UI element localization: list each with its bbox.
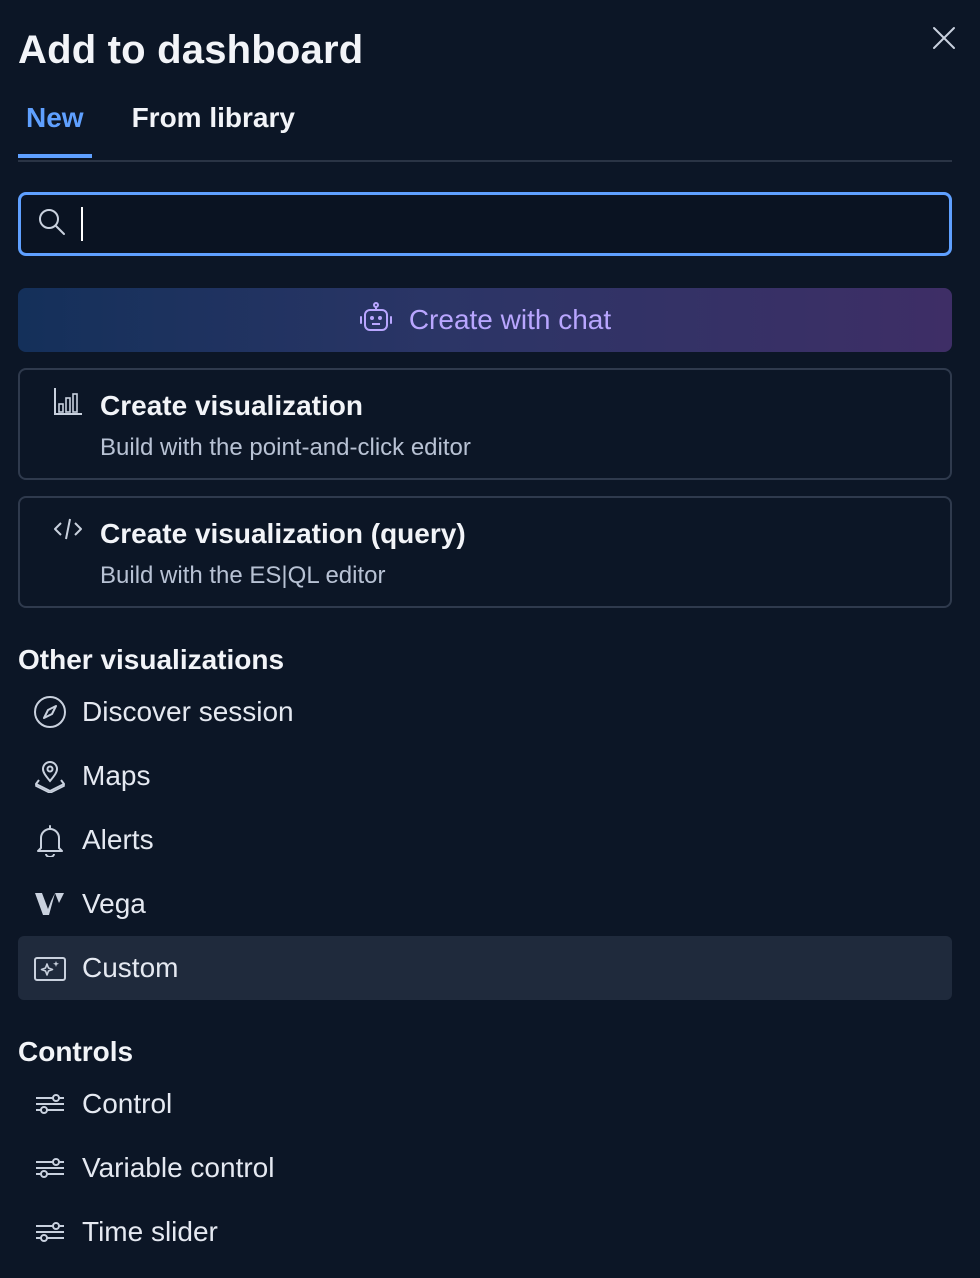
panel-title: Add to dashboard — [18, 28, 364, 72]
menu-item-label: Alerts — [82, 824, 154, 855]
search-icon — [37, 207, 67, 242]
menu-item-variable-control[interactable]: Variable control — [18, 1136, 952, 1200]
menu-item-label: Time slider — [82, 1216, 218, 1247]
sliders-icon — [32, 1150, 68, 1186]
create-visualization-query-card[interactable]: Create visualization (query) Build with … — [18, 496, 952, 608]
tab-new[interactable]: New — [18, 96, 92, 158]
map-pin-icon — [32, 758, 68, 794]
other-visualizations-heading: Other visualizations — [18, 644, 285, 675]
menu-item-maps[interactable]: Maps — [18, 744, 952, 808]
card-title: Create visualization — [100, 390, 363, 421]
menu-item-label: Custom — [82, 952, 179, 983]
card-description: Build with the point-and-click editor — [100, 434, 471, 461]
menu-item-control[interactable]: Control — [18, 1072, 952, 1136]
robot-icon — [359, 301, 393, 340]
card-title: Create visualization (query) — [100, 518, 466, 549]
sparkle-icon — [32, 950, 68, 986]
create-visualization-card[interactable]: Create visualization Build with the poin… — [18, 368, 952, 480]
close-icon — [931, 25, 957, 56]
menu-item-label: Vega — [82, 888, 146, 919]
sliders-icon — [32, 1214, 68, 1250]
menu-item-label: Control — [82, 1088, 173, 1119]
create-with-chat-label: Create with chat — [408, 304, 612, 335]
search-input[interactable] — [83, 207, 949, 241]
sliders-icon — [32, 1086, 68, 1122]
menu-item-label: Discover session — [82, 696, 294, 727]
code-icon — [52, 514, 84, 546]
bell-icon — [32, 822, 68, 858]
add-to-dashboard-panel: Add to dashboard New From library Create… — [0, 0, 980, 1278]
tab-from-library[interactable]: From library — [124, 96, 303, 152]
menu-item-time-slider[interactable]: Time slider — [18, 1200, 952, 1264]
controls-heading: Controls — [18, 1036, 134, 1067]
menu-item-vega[interactable]: Vega — [18, 872, 952, 936]
bar-chart-icon — [52, 386, 84, 418]
menu-item-discover-session[interactable]: Discover session — [18, 680, 952, 744]
menu-item-label: Maps — [82, 760, 151, 791]
menu-item-alerts[interactable]: Alerts — [18, 808, 952, 872]
close-button[interactable] — [928, 24, 960, 56]
create-with-chat-button[interactable]: Create with chat — [18, 288, 952, 352]
menu-item-custom[interactable]: Custom — [18, 936, 952, 1000]
card-description: Build with the ES|QL editor — [100, 562, 386, 589]
compass-icon — [32, 694, 68, 730]
tab-bar: New From library — [18, 96, 952, 162]
search-box — [18, 192, 952, 256]
menu-item-label: Variable control — [82, 1152, 275, 1183]
vega-icon — [32, 886, 68, 922]
